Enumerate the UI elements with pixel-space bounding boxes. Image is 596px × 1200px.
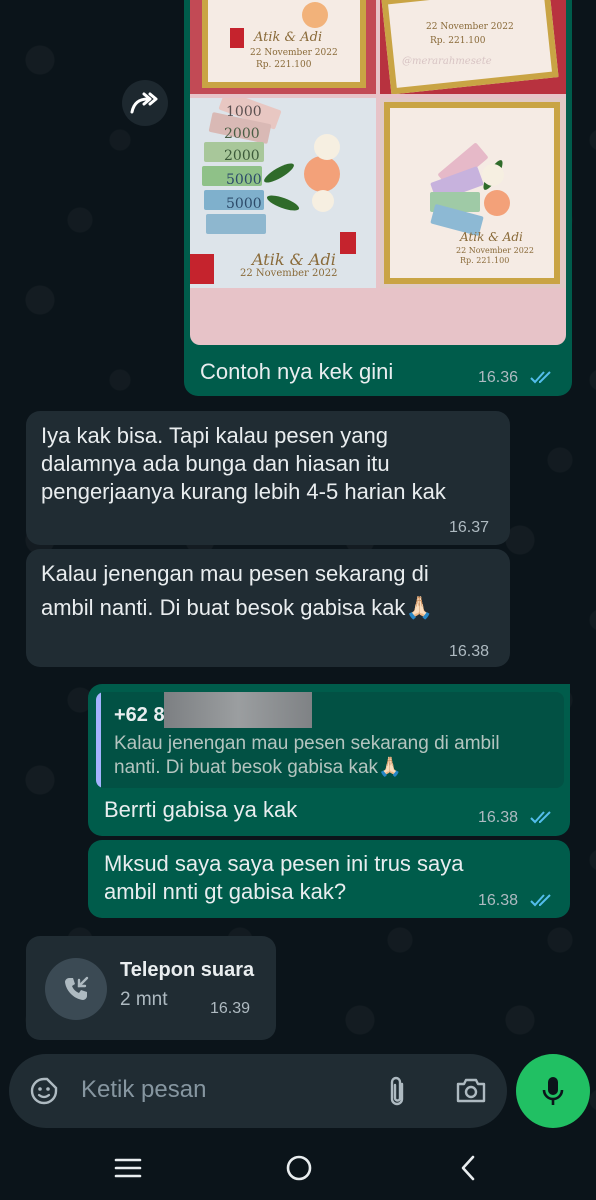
- sticker-button[interactable]: [29, 1076, 59, 1111]
- message-time: 16.37: [449, 519, 490, 536]
- system-navigation-bar: [0, 1136, 596, 1200]
- sticker-icon: [30, 1077, 58, 1105]
- image-tile: 1000 2000 2000 5000 5000 Atik & Adi 22 N…: [190, 98, 376, 288]
- image-tile: Atik & Adi 22 November 2022 Rp. 221.100: [190, 0, 376, 94]
- home-button[interactable]: [285, 1154, 313, 1187]
- redacted-number: [164, 692, 312, 728]
- incoming-message[interactable]: Kalau jenengan mau pesen sekarang di amb…: [26, 549, 510, 667]
- mic-icon: [542, 1077, 564, 1105]
- call-icon-circle: [45, 958, 107, 1020]
- quote-sender: +62 8: [114, 704, 165, 726]
- reply-text: Berrti gabisa ya kak: [104, 797, 298, 822]
- image-tile: Atik & Adi 22 November 2022 Rp. 221.100: [380, 98, 566, 288]
- call-duration: 2 mnt: [120, 989, 168, 1010]
- camera-icon: [456, 1078, 486, 1103]
- mic-button[interactable]: [516, 1054, 590, 1128]
- watermark: @merarahmesete: [402, 56, 492, 67]
- image-collage[interactable]: Atik & Adi 22 November 2022 Rp. 221.100 …: [190, 0, 566, 345]
- image-tile: 22 November 2022 Rp. 221.100 @merarahmes…: [380, 0, 566, 94]
- incoming-message[interactable]: Iya kak bisa. Tapi kalau pesen yang dala…: [26, 411, 510, 545]
- back-icon: [461, 1155, 475, 1181]
- message-time: 16.38: [478, 892, 519, 909]
- forward-icon: [130, 92, 158, 114]
- image-caption: Contoh nya kek gini: [200, 359, 394, 384]
- message-time: 16.38: [478, 809, 519, 826]
- outgoing-message[interactable]: Mksud saya saya pesen ini trus saya ambi…: [88, 840, 570, 918]
- pray-emoji: 🙏🏻: [405, 595, 433, 620]
- camera-button[interactable]: [455, 1076, 487, 1109]
- incoming-call-icon: [65, 976, 89, 1000]
- read-ticks-icon: [530, 894, 551, 907]
- home-icon: [286, 1155, 312, 1181]
- message-time: 16.36: [478, 369, 519, 386]
- recent-apps-button[interactable]: [114, 1156, 142, 1185]
- quote-accent-bar: [96, 692, 101, 788]
- back-button[interactable]: [458, 1154, 478, 1187]
- read-ticks-icon: [530, 811, 551, 824]
- message-composer[interactable]: Ketik pesan: [9, 1054, 507, 1128]
- forward-button[interactable]: [122, 80, 168, 126]
- message-time: 16.39: [210, 1000, 251, 1017]
- menu-icon: [114, 1158, 142, 1178]
- attach-button[interactable]: [385, 1074, 409, 1113]
- message-input[interactable]: Ketik pesan: [81, 1076, 206, 1104]
- image-message-bubble[interactable]: Atik & Adi 22 November 2022 Rp. 221.100 …: [184, 0, 572, 396]
- read-ticks-icon: [530, 371, 551, 384]
- call-title: Telepon suara: [120, 959, 255, 981]
- message-time: 16.38: [449, 643, 490, 660]
- paperclip-icon: [390, 1076, 404, 1106]
- quote-text: Kalau jenengan mau pesen sekarang di amb…: [114, 733, 500, 778]
- quoted-message[interactable]: +62 8 Kalau jenengan mau pesen sekarang …: [96, 692, 564, 788]
- couple-names: Atik & Adi: [254, 30, 323, 45]
